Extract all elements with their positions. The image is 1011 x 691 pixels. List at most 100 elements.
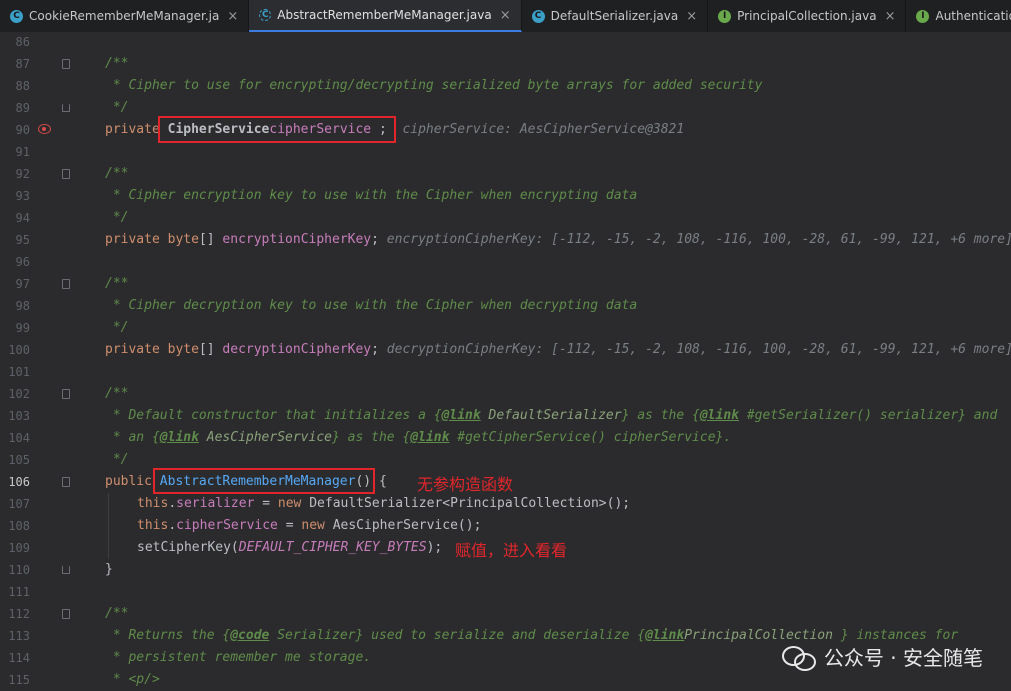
code-token: AesCipherService(); (332, 518, 482, 533)
interface-icon: I (916, 9, 930, 23)
tab-2[interactable]: C DefaultSerializer.java × (522, 0, 709, 32)
code-token: [] (198, 342, 215, 357)
doc-comment: * Cipher to use for encrypting/decryptin… (105, 78, 763, 93)
fold-icon[interactable] (62, 169, 70, 179)
code-text: * Cipher encryption key to use with the … (105, 185, 637, 207)
code-line[interactable]: 88 * Cipher to use for encrypting/decryp… (0, 75, 1011, 97)
code-line[interactable]: 99 */ (0, 317, 1011, 339)
doc-comment: */ (105, 210, 129, 225)
code-line[interactable]: 111 (0, 581, 1011, 603)
code-token: = (254, 496, 278, 511)
code-token: new (277, 496, 302, 511)
code-text: private byte[] encryptionCipherKey; encr… (105, 229, 1011, 251)
fold-icon[interactable] (62, 279, 70, 289)
line-number: 113 (8, 629, 30, 643)
doc-comment: * Cipher encryption key to use with the … (105, 188, 638, 203)
code-token: @link (645, 628, 685, 643)
code-token: @link (159, 430, 199, 445)
code-token: setCipherKey( (137, 540, 239, 555)
debug-inlay-value: decryptionCipherKey: [-112, -15, -2, 108… (386, 342, 1011, 357)
line-number: 87 (15, 57, 30, 71)
close-icon[interactable]: × (686, 9, 697, 24)
close-icon[interactable]: × (227, 9, 238, 24)
code-line[interactable]: 93 * Cipher encryption key to use with t… (0, 185, 1011, 207)
line-number: 98 (15, 299, 30, 313)
fold-icon[interactable] (62, 566, 70, 574)
line-number: 111 (8, 585, 30, 599)
watermark-text: 公众号 · 安全随笔 (823, 646, 983, 670)
indent-guide (108, 493, 109, 559)
code-token: @link (410, 430, 450, 445)
line-number: 101 (8, 365, 30, 379)
code-line[interactable]: 91 (0, 141, 1011, 163)
code-token: AesCipherService (206, 430, 332, 445)
debug-inlay-value: cipherService: AesCipherService@3821 (402, 122, 685, 137)
constructor-annotation: 无参构造函数 (417, 475, 514, 494)
code-line[interactable]: 103 * Default constructor that initializ… (0, 405, 1011, 427)
highlight-box-constructor (153, 468, 375, 494)
code-text: this.serializer = new DefaultSerializer<… (137, 493, 630, 515)
code-line[interactable]: 110} (0, 559, 1011, 581)
tab-1[interactable]: C AbstractRememberMeManager.java × (249, 0, 522, 32)
code-line[interactable]: 101 (0, 361, 1011, 383)
doc-comment: */ (105, 320, 129, 335)
watermark: 公众号 · 安全随笔 (781, 642, 983, 671)
tab-3[interactable]: I PrincipalCollection.java × (708, 0, 907, 32)
code-line[interactable]: 96 (0, 251, 1011, 273)
code-line[interactable]: 102 /** (0, 383, 1011, 405)
field-watchpoint-icon[interactable] (38, 124, 51, 134)
line-number: 97 (15, 277, 30, 291)
close-icon[interactable]: × (885, 9, 896, 24)
code-text: this.cipherService = new AesCipherServic… (137, 515, 481, 537)
code-line[interactable]: 100 private byte[] decryptionCipherKey; d… (0, 339, 1011, 361)
code-token: #getSerializer() serializer} and (746, 408, 998, 423)
code-line[interactable]: 87 /** (0, 53, 1011, 75)
code-token: @link (441, 408, 481, 423)
code-line[interactable]: 90 private CipherServicecipherService ; c… (0, 119, 1011, 141)
tab-4[interactable]: IAuthenticationToken.java× (906, 0, 1011, 32)
code-line[interactable]: 86 (0, 32, 1011, 53)
code-token: PrincipalCollection (684, 628, 833, 643)
assign-annotation: 赋值，进入看看 (455, 541, 568, 560)
code-token: public (105, 474, 152, 489)
code-line[interactable]: 112 /** (0, 603, 1011, 625)
code-line[interactable]: 94 */ (0, 207, 1011, 229)
code-line[interactable]: 104 * an {@link AesCipherService} as the… (0, 427, 1011, 449)
code-line[interactable]: 89 */ (0, 97, 1011, 119)
tab-label: DefaultSerializer.java (550, 9, 679, 23)
line-number: 107 (8, 497, 30, 511)
line-number: 103 (8, 409, 30, 423)
doc-comment: /** (105, 606, 129, 621)
fold-icon[interactable] (62, 609, 70, 619)
code-token: @code (230, 628, 270, 643)
code-line[interactable]: 98 * Cipher decryption key to use with t… (0, 295, 1011, 317)
fold-icon[interactable] (62, 104, 70, 112)
code-token: = (277, 518, 302, 533)
line-number: 108 (8, 519, 30, 533)
code-token: [] (198, 232, 215, 247)
line-number: 92 (15, 167, 30, 181)
code-line[interactable]: 107 this.serializer = new DefaultSerializ… (0, 493, 1011, 515)
tab-0[interactable]: C CookieRememberMeManager.ja × (0, 0, 250, 32)
code-line[interactable]: 95 private byte[] encryptionCipherKey; en… (0, 229, 1011, 251)
code-line[interactable]: 97 /** (0, 273, 1011, 295)
code-editor[interactable]: 86 87 /** 88 * Cipher to use for encrypting… (0, 32, 1011, 691)
doc-comment: * persistent remember me storage. (105, 650, 372, 665)
code-line[interactable]: 92 /** (0, 163, 1011, 185)
code-line[interactable]: 108 this.cipherService = new AesCipherSer… (0, 515, 1011, 537)
fold-icon[interactable] (62, 477, 70, 487)
line-number: 105 (8, 453, 30, 467)
close-icon[interactable]: × (500, 8, 511, 23)
code-line[interactable]: 115 * <p/> (0, 669, 1011, 691)
code-text: /** (105, 163, 128, 185)
doc-comment: * <p/> (105, 672, 160, 687)
fold-icon[interactable] (62, 389, 70, 399)
code-token: ; (371, 342, 379, 357)
line-number: 93 (15, 189, 30, 203)
doc-comment: */ (105, 452, 129, 467)
code-text: */ (105, 449, 129, 471)
code-text: */ (105, 317, 129, 339)
fold-icon[interactable] (62, 59, 70, 69)
code-text: * <p/> (105, 669, 160, 691)
code-line[interactable]: 105 */ (0, 449, 1011, 471)
